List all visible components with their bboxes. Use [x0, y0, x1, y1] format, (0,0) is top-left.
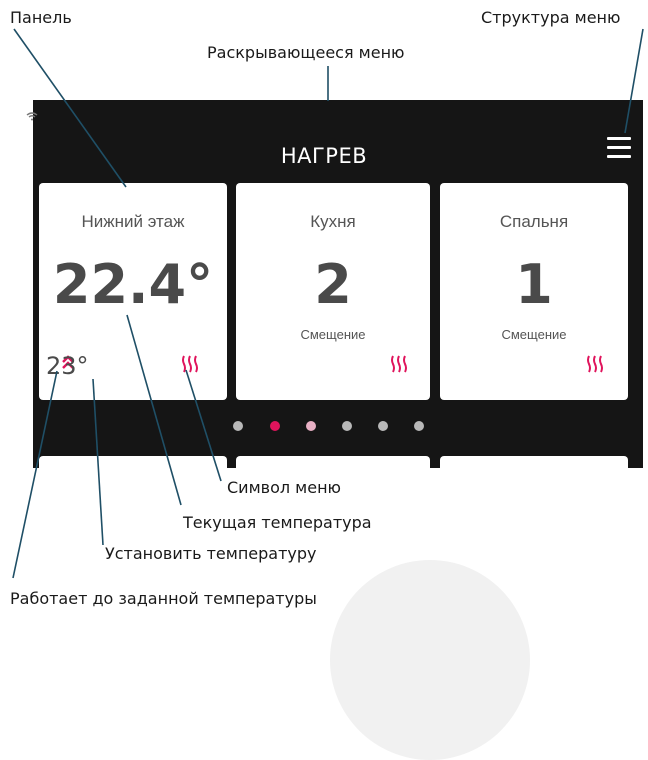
leader-line-set-temperature [92, 378, 104, 546]
leader-line-current-temperature [126, 314, 182, 506]
leader-line-menu-symbol [185, 369, 222, 482]
leader-line-menu-structure [624, 28, 644, 134]
leader-line-works-to-target [12, 370, 58, 579]
leader-line-panel [13, 28, 127, 188]
leader-lines [12, 28, 644, 579]
